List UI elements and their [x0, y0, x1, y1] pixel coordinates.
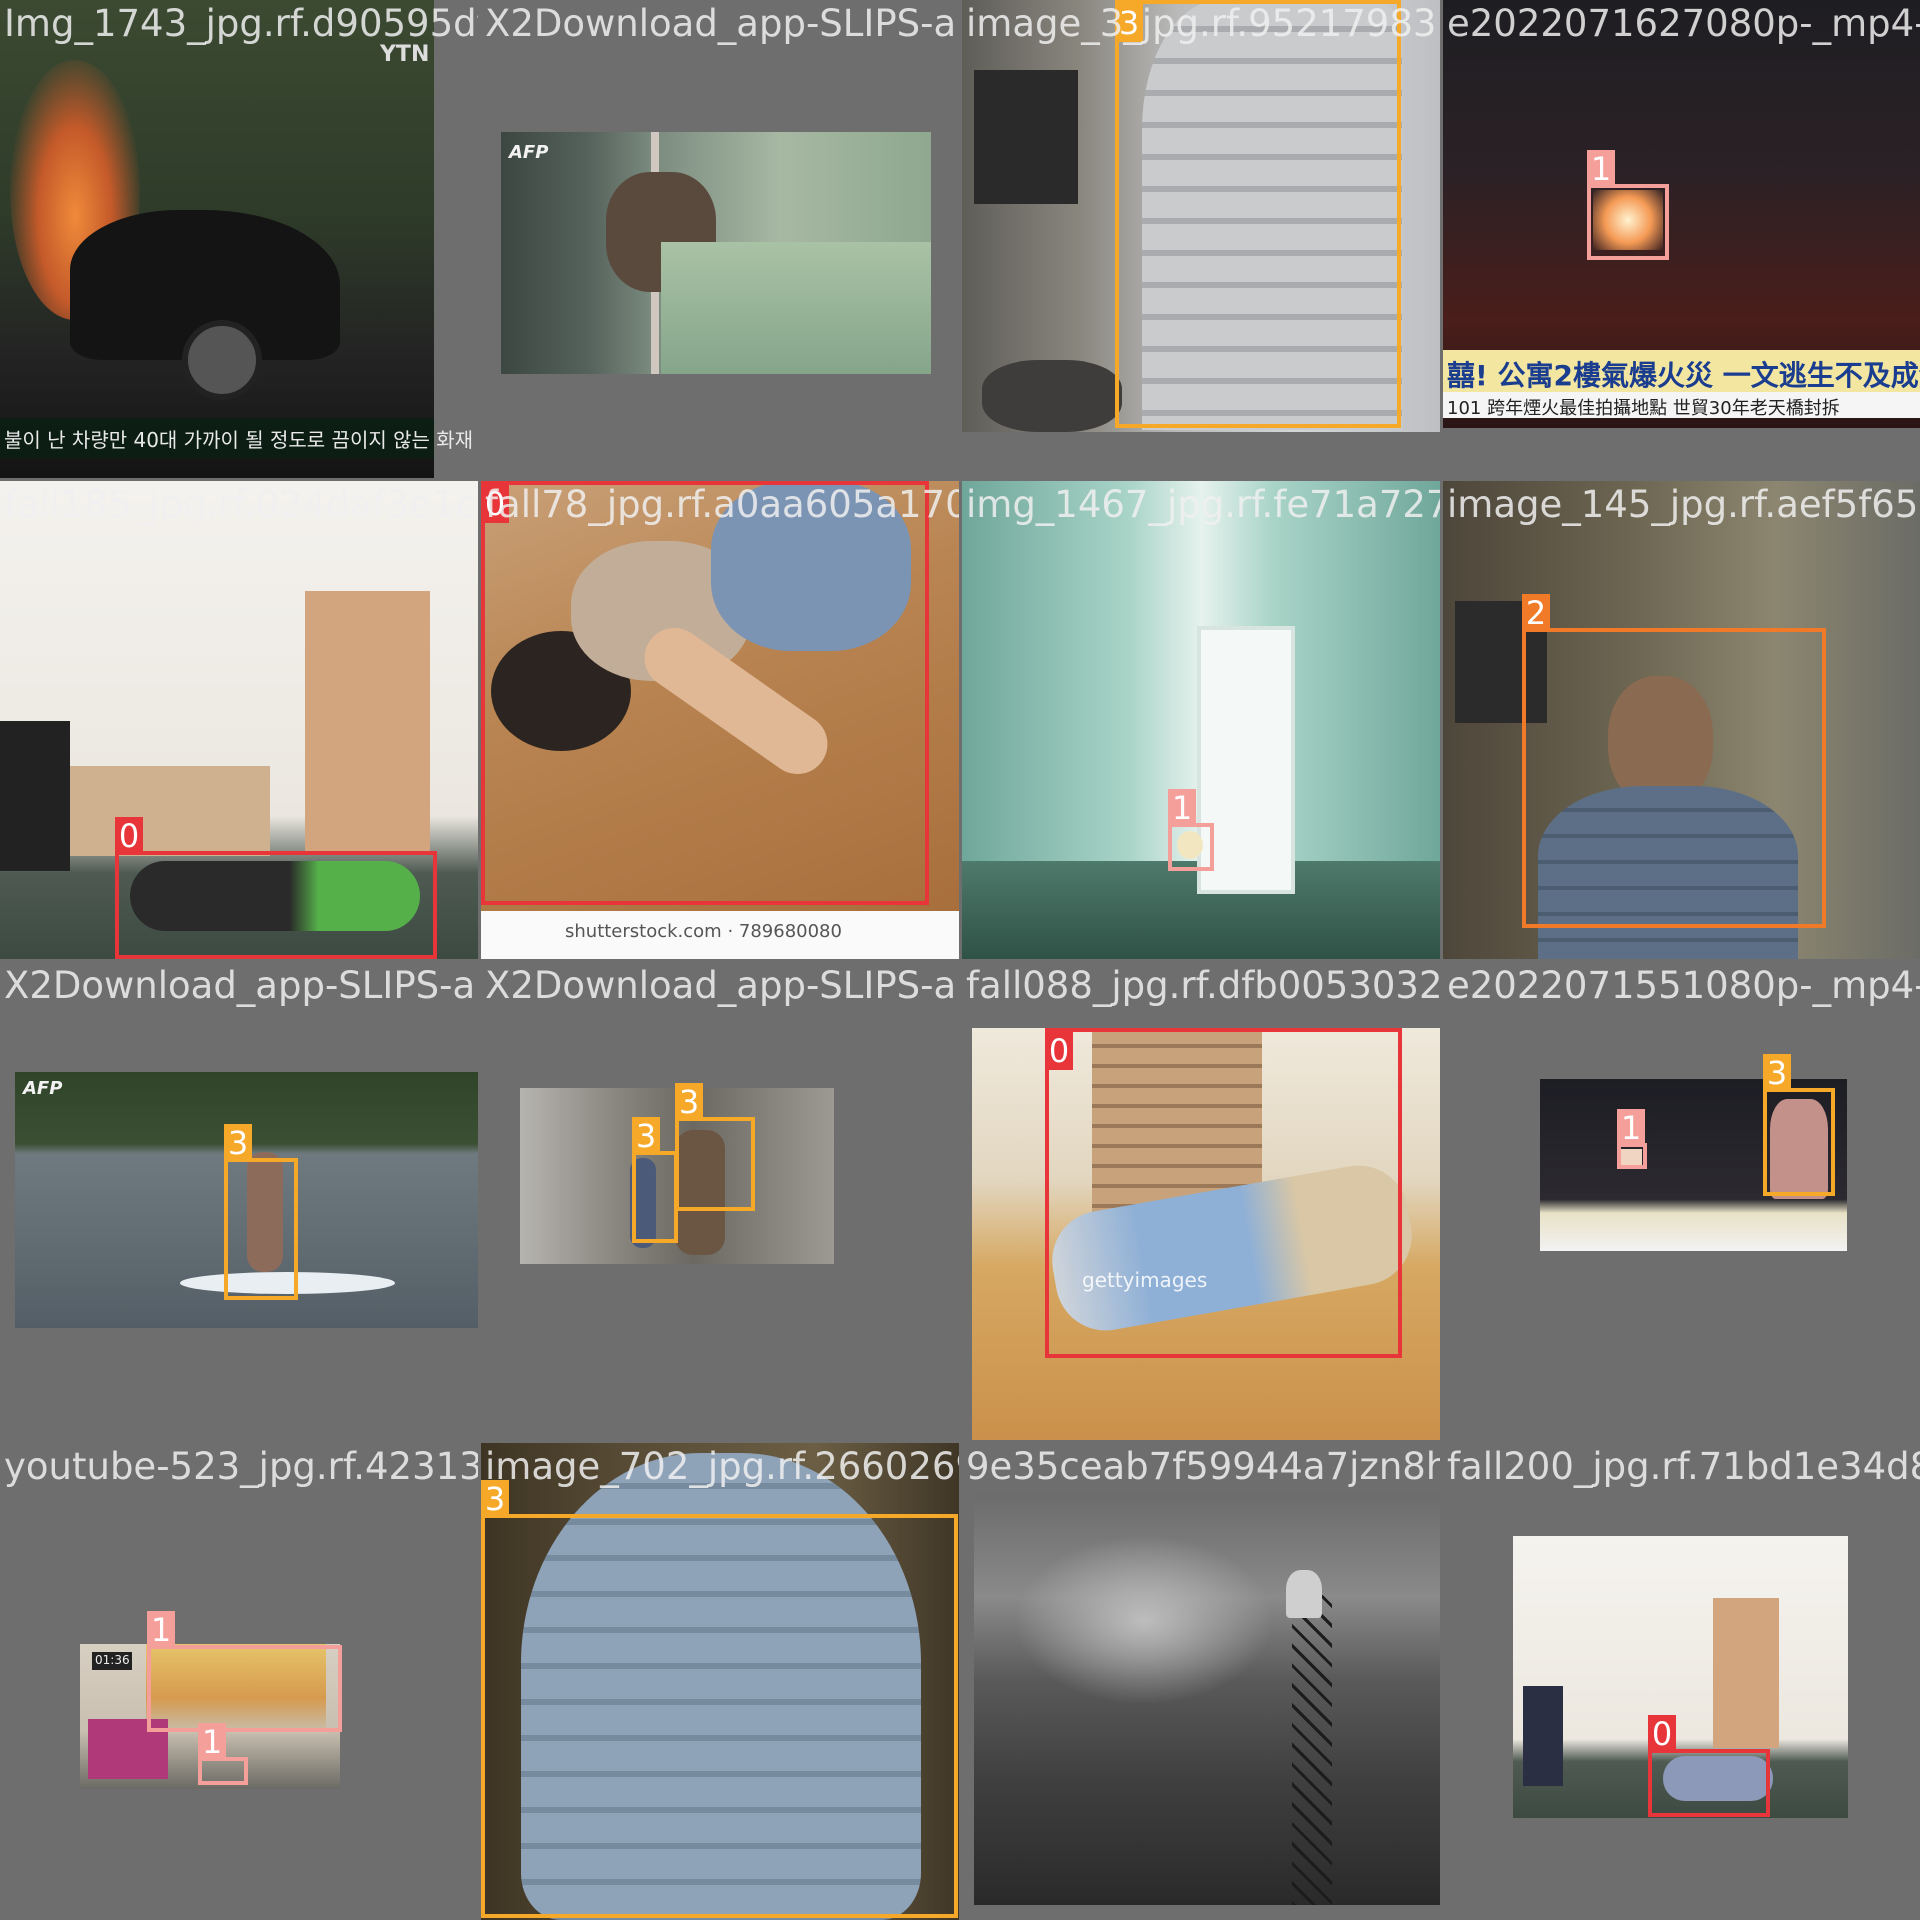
tile-filename: fall185_jpg.rf.024daf3e1c16: [4, 483, 478, 526]
car-wheel: [182, 320, 262, 400]
detection-box: 0: [481, 481, 929, 905]
detection-box: 1: [147, 1611, 342, 1732]
tile-news-anchor: 1 3 e2022071551080p-_mp4-1: [1443, 962, 1920, 1440]
tile-bedroom-fire: 01:36 1 1 youtube-523_jpg.rf.423131b: [0, 1443, 478, 1920]
tile-afp-water: AFP X2Download_app-SLIPS-and-Falls-That-…: [481, 0, 959, 478]
afp-watermark: AFP: [23, 1078, 63, 1099]
detection-box: 1: [1587, 150, 1669, 260]
korean-caption: 불이 난 차량만 40대 가까이 될 정도로 끔이지 않는 화재 사고에: [4, 428, 478, 452]
wildfire-photo: [974, 1495, 1440, 1905]
detection-box: 0: [1648, 1715, 1770, 1817]
news-ticker: 101 跨年煙火最佳拍攝地點 世貿30年老天橋封拆: [1447, 398, 1840, 419]
detection-box: 3: [224, 1124, 298, 1300]
tile-hallway-fire: 1 img_1467_jpg.rf.fe71a727ba: [962, 481, 1440, 959]
tile-corridor-pair: 3 3 X2Download_app-SLIPS-and: [481, 962, 959, 1440]
detection-label: 1: [1617, 1109, 1645, 1147]
tile-man-glasses: 2 image_145_jpg.rf.aef5f6504: [1443, 481, 1920, 959]
wall-poster: [974, 70, 1078, 204]
detection-label: 3: [675, 1083, 703, 1121]
building-fire-photo: 囍! 公寓2樓氣爆火災 一文逃生不及成焦 101 跨年煙火最佳拍攝地點 世貿30…: [1443, 0, 1920, 428]
detection-label: 0: [115, 817, 143, 855]
ytn-logo: YTN: [380, 42, 430, 67]
detection-label: 1: [147, 1611, 175, 1649]
door: [305, 591, 430, 851]
tower-radar: [1286, 1570, 1322, 1618]
water-surface: [661, 242, 931, 374]
tile-jacket-closeup: 3 image_3_jpg.rf.95217983: [962, 0, 1440, 478]
tile-filename: X2Download_app-SLIPS-and: [4, 964, 478, 1007]
tile-filename: fall200_jpg.rf.71bd1e34d8601: [1447, 1445, 1920, 1488]
stock-credit: shutterstock.com · 789680080: [565, 921, 842, 942]
tile-woman-fall: shutterstock.com · 789680080 0 fall78_jp…: [481, 481, 959, 959]
door: [1713, 1598, 1779, 1748]
tile-filename: youtube-523_jpg.rf.423131b: [4, 1445, 478, 1488]
tile-filename: e2022071551080p-_mp4-1: [1447, 964, 1920, 1007]
detection-box: 3: [1763, 1054, 1835, 1196]
office-chair: [1523, 1686, 1563, 1786]
detection-label: 0: [1045, 1032, 1073, 1070]
detection-label: 1: [1168, 789, 1196, 827]
detection-box: 3: [632, 1117, 678, 1243]
chair-arm: [982, 360, 1122, 432]
tile-filename: image_145_jpg.rf.aef5f6504: [1447, 483, 1920, 526]
tile-filename: fall088_jpg.rf.dfb0053032: [966, 964, 1440, 1007]
detection-box: 3: [675, 1083, 755, 1211]
detection-label: 3: [224, 1124, 252, 1162]
detection-box: 1: [1617, 1109, 1647, 1169]
video-timestamp: 01:36: [95, 1653, 130, 1667]
tile-filename: e2022071627080p-_mp4-2: [1447, 2, 1920, 45]
tile-blurry-jacket: 3 image_702_jpg.rf.2660269a9: [481, 1443, 959, 1920]
tile-paddleboard: AFP 3 X2Download_app-SLIPS-and: [0, 962, 478, 1440]
afp-watermark: AFP: [509, 142, 549, 163]
hallway-photo: [962, 481, 1440, 959]
tile-filename: Img_1743_jpg.rf.d90595df24: [4, 2, 478, 45]
detection-label: 2: [1522, 594, 1550, 632]
tile-filename: img_1467_jpg.rf.fe71a727ba: [966, 483, 1440, 526]
tile-filename: 9e35ceab7f59944a7jzn8hp: [966, 1445, 1440, 1488]
detection-box: 1: [198, 1723, 248, 1785]
image-mosaic: 불이 난 차량만 40대 가까이 될 정도로 끔이지 않는 화재 사고에 YTN…: [0, 0, 1920, 1920]
news-headline: 囍! 公寓2樓氣爆火災 一文逃生不及成焦: [1447, 359, 1920, 392]
detection-box: 3: [481, 1480, 958, 1918]
detection-box: 0: [115, 817, 437, 959]
radio-tower: [1292, 1595, 1332, 1905]
afp-water-photo: AFP: [501, 132, 931, 374]
smoke-plume: [1014, 1535, 1274, 1705]
tile-wildfire-landscape: 9e35ceab7f59944a7jzn8hp: [962, 1443, 1440, 1920]
detection-box: 1: [1168, 789, 1214, 871]
tile-filename: X2Download_app-SLIPS-and-Falls-That-Fail: [485, 2, 959, 45]
desk: [60, 766, 270, 856]
tile-small-office-fall: 0 fall200_jpg.rf.71bd1e34d8601: [1443, 1443, 1920, 1920]
tile-filename: image_3_jpg.rf.95217983: [966, 2, 1437, 45]
office-chair: [0, 721, 70, 871]
detection-box: 2: [1522, 594, 1826, 928]
detection-label: 1: [198, 1723, 226, 1761]
car-fire-photo: 불이 난 차량만 40대 가까이 될 정도로 끔이지 않는 화재 사고에 YTN: [0, 0, 478, 478]
tile-filename: fall78_jpg.rf.a0aa605a1704: [485, 483, 959, 526]
detection-label: 0: [1648, 1715, 1676, 1753]
tile-car-fire: 불이 난 차량만 40대 가까이 될 정도로 끔이지 않는 화재 사고에 YTN…: [0, 0, 478, 478]
detection-box: 3: [1115, 0, 1401, 428]
tile-filename: X2Download_app-SLIPS-and: [485, 964, 959, 1007]
detection-label: 3: [1763, 1054, 1791, 1092]
detection-box: 0: [1045, 1028, 1402, 1358]
tile-stairs-fall: gettyimages 0 fall088_jpg.rf.dfb0053032: [962, 962, 1440, 1440]
tile-building-fire-news: 囍! 公寓2樓氣爆火災 一文逃生不及成焦 101 跨年煙火最佳拍攝地點 世貿30…: [1443, 0, 1920, 478]
tile-office-fall: 0 fall185_jpg.rf.024daf3e1c16: [0, 481, 478, 959]
tile-filename: image_702_jpg.rf.2660269a9: [485, 1445, 959, 1488]
detection-label: 3: [632, 1117, 660, 1155]
detection-label: 1: [1587, 150, 1615, 188]
